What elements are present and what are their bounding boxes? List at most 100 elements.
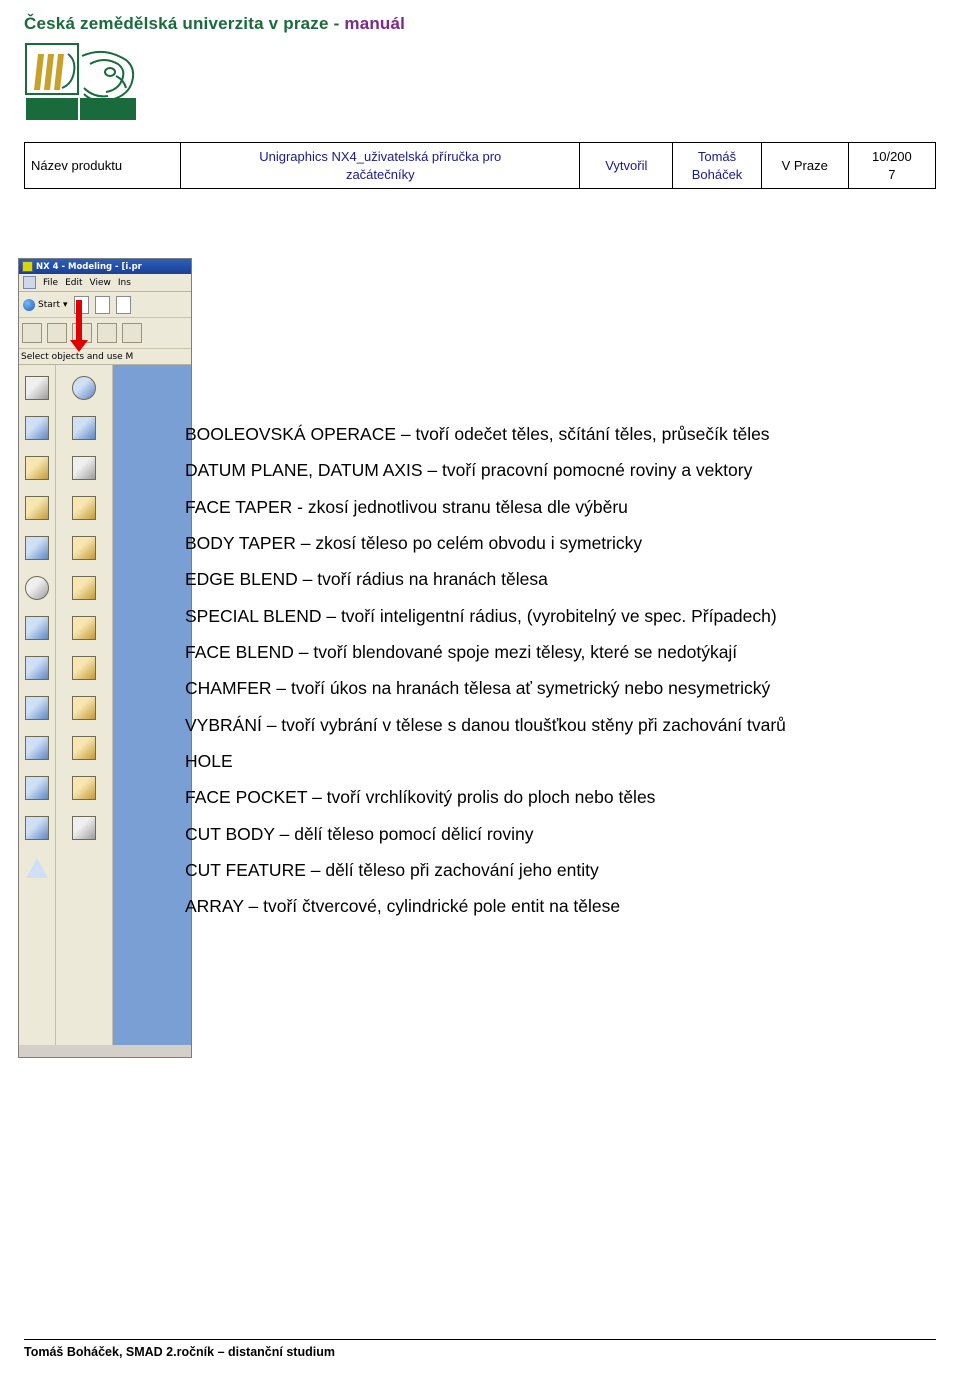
- blend-icon: [25, 616, 49, 640]
- tool-button[interactable]: [19, 528, 55, 568]
- cell-author: Tomáš Boháček: [672, 141, 762, 190]
- tool-button[interactable]: [19, 848, 55, 888]
- document-footer: Tomáš Boháček, SMAD 2.ročník – distanční…: [24, 1339, 936, 1359]
- tool-button[interactable]: [19, 688, 55, 728]
- sweep-icon: [25, 496, 49, 520]
- tool-icon-5[interactable]: [122, 323, 142, 343]
- content-body: BOOLEOVSKÁ OPERACE – tvoří odečet těles,…: [185, 424, 927, 933]
- menu-item-edit[interactable]: Edit: [65, 278, 82, 288]
- footer-text: Tomáš Boháček, SMAD 2.ročník – distanční…: [24, 1345, 335, 1359]
- open-file-icon[interactable]: [94, 295, 110, 314]
- tool-button[interactable]: [19, 568, 55, 608]
- date-line2: 7: [888, 166, 896, 182]
- content-paragraph: BOOLEOVSKÁ OPERACE – tvoří odečet těles,…: [185, 424, 770, 444]
- cut-body-icon: [72, 696, 96, 720]
- screenshot-menu-bar: File Edit View Ins: [19, 274, 191, 292]
- tool-button[interactable]: [19, 408, 55, 448]
- save-icon[interactable]: [23, 276, 36, 289]
- tool-icon-1[interactable]: [22, 323, 42, 343]
- taper-icon: [25, 776, 49, 800]
- document-info-table: Název produktu Unigraphics NX4_uživatels…: [23, 141, 937, 190]
- screenshot-toolbar-column-left: [19, 365, 56, 1045]
- cylinder-icon: [25, 816, 49, 840]
- screenshot-graphics-area[interactable]: [113, 365, 191, 1045]
- revolve-icon: [25, 456, 49, 480]
- tool-button[interactable]: [56, 808, 112, 848]
- shell-icon: [25, 696, 49, 720]
- screenshot-title-bar: NX 4 - Modeling - [i.pr: [19, 259, 191, 274]
- tool-button[interactable]: [19, 448, 55, 488]
- start-button-label: Start: [38, 299, 60, 310]
- content-paragraph: FACE TAPER - zkosí jednotlivou stranu tě…: [185, 496, 628, 517]
- boolean-icon: [25, 536, 49, 560]
- tool-button[interactable]: [56, 488, 112, 528]
- tool-button[interactable]: [56, 408, 112, 448]
- block-icon: [72, 416, 96, 440]
- tool-button[interactable]: [19, 488, 55, 528]
- sketch-icon: [25, 376, 49, 400]
- content-paragraph: FACE POCKET – tvoří vrchlíkovitý prolis …: [185, 787, 656, 808]
- cell-product-name: Unigraphics NX4_uživatelská příručka pro…: [180, 141, 581, 190]
- cell-place-label: V Praze: [760, 141, 849, 190]
- tool-icon-2[interactable]: [47, 323, 67, 343]
- special-blend-icon: [72, 656, 96, 680]
- page-title: Česká zemědělská univerzita v praze - ma…: [24, 14, 936, 34]
- tool-button[interactable]: [19, 768, 55, 808]
- czu-logo-icon: [25, 43, 136, 120]
- screenshot-toolbar-column-mid: [56, 365, 113, 1045]
- more-tools-icon[interactable]: [72, 816, 96, 840]
- cell-date: 10/200 7: [847, 141, 937, 190]
- tool-button[interactable]: [19, 608, 55, 648]
- screenshot-toolbar-tools: [19, 300, 191, 352]
- menu-item-insert[interactable]: Ins: [118, 278, 131, 288]
- screenshot-status-bar: Select objects and use M: [19, 349, 191, 365]
- screenshot-toolbar-start: Start ▾: [19, 292, 191, 318]
- screenshot-body: [19, 365, 191, 1045]
- cell-product-label: Název produktu: [23, 141, 182, 190]
- tool-button[interactable]: [56, 728, 112, 768]
- chevron-down-icon: ▾: [63, 299, 68, 310]
- tool-button[interactable]: [19, 368, 55, 408]
- author-line1: Tomáš: [697, 149, 737, 164]
- product-name-line2: začátečníky: [345, 166, 415, 182]
- content-paragraph: FACE BLEND – tvoří blendované spoje mezi…: [185, 642, 738, 663]
- datum-axis-icon: [72, 496, 96, 520]
- menu-item-file[interactable]: File: [43, 278, 58, 288]
- content-paragraph: CHAMFER – tvoří úkos na hranách tělesa a…: [185, 678, 771, 699]
- content-paragraph: VYBRÁNÍ – tvoří vybrání v tělese s danou…: [185, 714, 786, 735]
- hole-icon: [25, 576, 49, 600]
- edge-blend-icon: [72, 616, 96, 640]
- start-icon: [23, 298, 35, 311]
- page-title-accent: manuál: [344, 14, 406, 33]
- tool-button[interactable]: [56, 608, 112, 648]
- menu-item-view[interactable]: View: [90, 278, 111, 288]
- tool-button[interactable]: [56, 688, 112, 728]
- tool-button[interactable]: [19, 728, 55, 768]
- content-paragraph: EDGE BLEND – tvoří rádius na hranách těl…: [185, 569, 548, 590]
- tool-button[interactable]: [19, 648, 55, 688]
- tool-button[interactable]: [56, 768, 112, 808]
- screenshot-window-title: NX 4 - Modeling - [i.pr: [36, 261, 142, 272]
- cell-created-by-label: Vytvořil: [579, 141, 674, 190]
- pocket-icon: [25, 736, 49, 760]
- date-line1: 10/200: [872, 149, 912, 164]
- status-text: Select objects and use M: [21, 351, 134, 362]
- tool-button[interactable]: [56, 368, 112, 408]
- tool-icon-4[interactable]: [97, 323, 117, 343]
- cut-feature-icon: [72, 736, 96, 760]
- chamfer-icon: [25, 656, 49, 680]
- tool-button[interactable]: [56, 648, 112, 688]
- tool-button[interactable]: [19, 808, 55, 848]
- document-header: Česká zemědělská univerzita v praze - ma…: [0, 0, 960, 34]
- curve-icon: [72, 536, 96, 560]
- tool-button[interactable]: [56, 568, 112, 608]
- tool-button[interactable]: [56, 448, 112, 488]
- tool-button[interactable]: [56, 528, 112, 568]
- table-row: Název produktu Unigraphics NX4_uživatels…: [23, 141, 937, 190]
- content-paragraph: DATUM PLANE, DATUM AXIS – tvoří pracovní…: [185, 460, 753, 481]
- red-down-arrow-annotation: [70, 300, 88, 352]
- print-icon[interactable]: [115, 295, 131, 314]
- embedded-screenshot: NX 4 - Modeling - [i.pr File Edit View I…: [18, 258, 192, 1058]
- start-button[interactable]: Start ▾: [23, 298, 68, 311]
- face-blend-icon: [72, 576, 96, 600]
